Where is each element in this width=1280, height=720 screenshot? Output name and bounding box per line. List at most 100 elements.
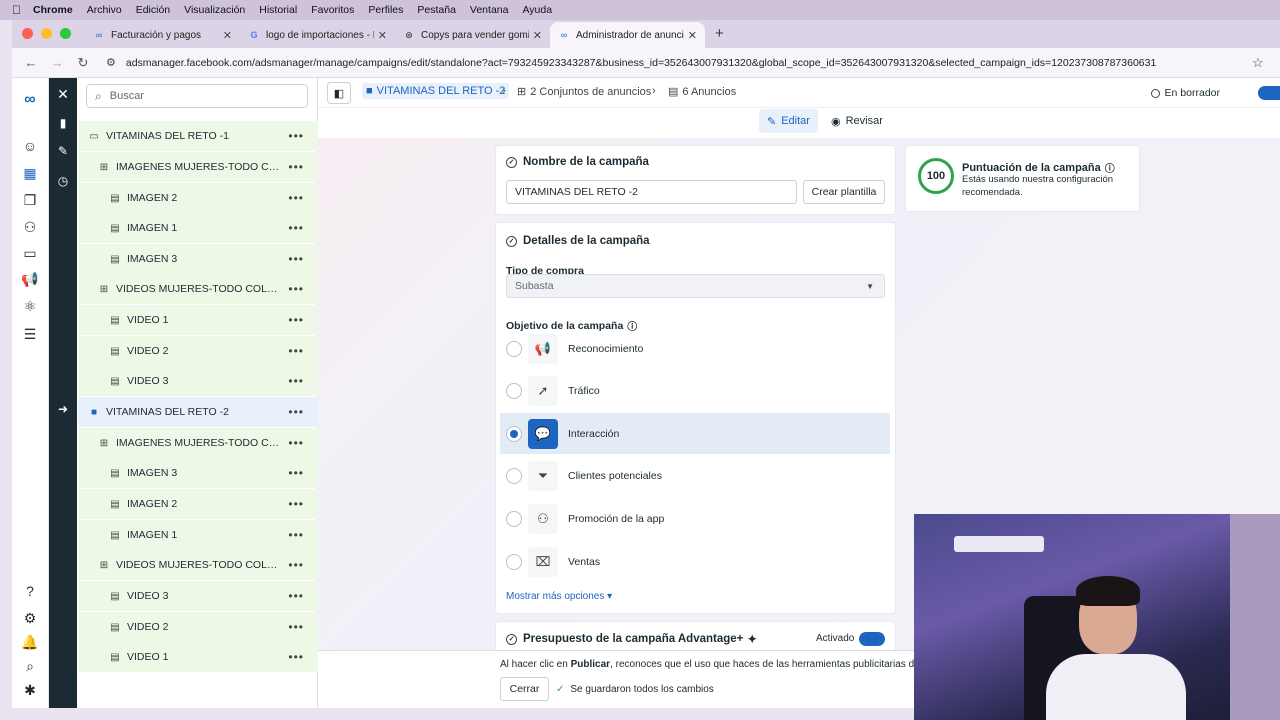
zoom-window-button[interactable] <box>60 28 71 39</box>
account-face-icon[interactable]: ☺ <box>20 136 40 156</box>
more-options-icon[interactable]: ••• <box>288 466 304 480</box>
reload-icon[interactable]: ↻ <box>72 55 94 71</box>
audiences-icon[interactable]: ⚇ <box>20 217 40 237</box>
edit-pencil-icon[interactable]: ✎ <box>53 141 73 161</box>
billing-card-icon[interactable]: ▭ <box>20 243 40 263</box>
pages-icon[interactable]: ❐ <box>20 190 40 210</box>
megaphone-icon[interactable]: 📢 <box>20 269 40 289</box>
tree-row-ad[interactable]: ▤ VIDEO 1 ••• <box>78 305 318 335</box>
more-options-icon[interactable]: ••• <box>288 374 304 388</box>
close-button[interactable]: Cerrar <box>500 677 549 701</box>
business-tools-icon[interactable]: ⚛ <box>20 296 40 316</box>
more-options-icon[interactable]: ••• <box>288 221 304 235</box>
notifications-bell-icon[interactable]: 🔔 <box>20 632 40 652</box>
budget-toggle[interactable] <box>859 632 885 646</box>
radio-button[interactable] <box>506 340 522 357</box>
more-options-icon[interactable]: ••• <box>288 313 304 327</box>
menu-ayuda[interactable]: Ayuda <box>522 4 552 16</box>
tree-row-campaign[interactable]: ▭ VITAMINAS DEL RETO -1 ••• <box>78 121 318 151</box>
toggle-panel-icon[interactable]: ◧ <box>327 82 351 104</box>
forward-arrow-icon[interactable]: → <box>46 55 68 70</box>
tree-row-adset[interactable]: ⊞ VIDEOS MUJERES-TODO COLOMB... ••• <box>78 274 318 304</box>
review-mode-button[interactable]: ◉ Revisar <box>823 109 891 133</box>
more-options-icon[interactable]: ••• <box>288 252 304 266</box>
more-options-icon[interactable]: ••• <box>288 650 304 664</box>
history-clock-icon[interactable]: ◷ <box>53 171 73 191</box>
tree-search-input[interactable]: ⌕ Buscar <box>86 84 308 108</box>
bookmark-star-icon[interactable]: ☆ <box>1252 55 1280 71</box>
breadcrumb-campaign[interactable]: ■ VITAMINAS DEL RETO -2 <box>362 83 510 99</box>
tab-facturacion[interactable]: ∞ Facturación y pagos ✕ <box>85 22 240 48</box>
menu-chrome[interactable]: Chrome <box>33 4 73 16</box>
tree-row-ad[interactable]: ▤ IMAGEN 3 ••• <box>78 458 318 488</box>
radio-button[interactable] <box>506 510 522 527</box>
search-icon[interactable]: ⌕ <box>20 656 40 676</box>
purchase-type-select[interactable]: Subasta ▼ <box>506 274 885 298</box>
url-field[interactable]: ⚙ adsmanager.facebook.com/adsmanager/man… <box>106 56 1252 70</box>
new-tab-icon[interactable]: + <box>705 25 734 48</box>
more-options-icon[interactable]: ••• <box>288 160 304 174</box>
close-icon[interactable]: ✕ <box>378 29 387 42</box>
settings-gear-icon[interactable]: ⚙ <box>20 608 40 628</box>
minimize-window-button[interactable] <box>41 28 52 39</box>
menu-historial[interactable]: Historial <box>259 4 297 16</box>
objective-option-leads[interactable]: ⏷ Clientes potenciales <box>500 455 890 496</box>
all-tools-menu-icon[interactable]: ☰ <box>20 324 40 344</box>
edit-mode-button[interactable]: ✎ Editar <box>759 109 818 133</box>
campaign-name-input[interactable]: VITAMINAS DEL RETO -2 <box>506 180 797 204</box>
more-options-icon[interactable]: ••• <box>288 558 304 572</box>
more-options-icon[interactable]: ••• <box>288 436 304 450</box>
menu-perfiles[interactable]: Perfiles <box>368 4 403 16</box>
more-options-icon[interactable]: ••• <box>288 528 304 542</box>
tree-row-ad[interactable]: ▤ VIDEO 3 ••• <box>78 581 318 611</box>
more-options-icon[interactable]: ••• <box>288 620 304 634</box>
radio-button[interactable] <box>506 382 522 399</box>
tree-row-ad[interactable]: ▤ IMAGEN 2 ••• <box>78 183 318 213</box>
radio-button-selected[interactable] <box>506 425 522 442</box>
radio-button[interactable] <box>506 553 522 570</box>
help-icon[interactable]: ? <box>20 581 40 601</box>
close-editor-icon[interactable]: ✕ <box>53 84 73 104</box>
tab-logo-importaciones[interactable]: G logo de importaciones - Busc ✕ <box>240 22 395 48</box>
menu-edicion[interactable]: Edición <box>136 4 170 16</box>
close-icon[interactable]: ✕ <box>688 29 697 42</box>
menu-archivo[interactable]: Archivo <box>87 4 122 16</box>
breadcrumb-ads[interactable]: ▤ 6 Anuncios <box>668 85 736 99</box>
chart-icon[interactable]: ▮ <box>53 113 73 133</box>
tree-row-adset[interactable]: ⊞ IMAGENES MUJERES-TODO COLO... ••• <box>78 428 318 458</box>
close-icon[interactable]: ✕ <box>223 29 232 42</box>
expand-chevron-icon[interactable]: ➜ <box>53 399 73 419</box>
campaign-on-off-toggle[interactable] <box>1258 86 1280 100</box>
more-options-icon[interactable]: ••• <box>288 344 304 358</box>
more-options-icon[interactable]: ••• <box>288 405 304 419</box>
tree-row-ad[interactable]: ▤ VIDEO 2 ••• <box>78 336 318 366</box>
back-arrow-icon[interactable]: ← <box>20 55 42 70</box>
meta-logo-icon[interactable]: ∞ <box>20 90 40 110</box>
more-options-icon[interactable]: ••• <box>288 497 304 511</box>
more-options-icon[interactable]: ••• <box>288 589 304 603</box>
info-icon[interactable]: ⓘ <box>1105 160 1115 175</box>
tree-row-ad[interactable]: ▤ VIDEO 3 ••• <box>78 366 318 396</box>
more-options-icon[interactable]: ••• <box>288 191 304 205</box>
tree-row-ad[interactable]: ▤ VIDEO 2 ••• <box>78 612 318 642</box>
objective-option-awareness[interactable]: 📢 Reconocimiento <box>500 328 890 369</box>
objective-option-traffic[interactable]: ➚ Tráfico <box>500 370 890 411</box>
tree-row-adset[interactable]: ⊞ VIDEOS MUJERES-TODO COLOMB... ••• <box>78 550 318 580</box>
apple-icon[interactable]:  <box>12 3 21 17</box>
tree-row-ad[interactable]: ▤ VIDEO 1 ••• <box>78 642 318 672</box>
more-options-icon[interactable]: ••• <box>288 282 304 296</box>
show-more-options-link[interactable]: Mostrar más opciones ▾ <box>506 591 612 602</box>
breadcrumb-adsets[interactable]: ⊞ 2 Conjuntos de anuncios <box>517 85 651 99</box>
tab-administrador-anuncios[interactable]: ∞ Administrador de anuncios - ✕ <box>550 22 705 48</box>
tree-row-ad[interactable]: ▤ IMAGEN 2 ••• <box>78 489 318 519</box>
menu-favoritos[interactable]: Favoritos <box>311 4 354 16</box>
tree-row-campaign-selected[interactable]: ■ VITAMINAS DEL RETO -2 ••• <box>78 397 318 427</box>
tab-copys[interactable]: ⊛ Copys para vender gomitas ✕ <box>395 22 550 48</box>
campaigns-table-icon[interactable]: ▦ <box>20 163 40 183</box>
close-icon[interactable]: ✕ <box>533 29 542 42</box>
tree-row-ad[interactable]: ▤ IMAGEN 1 ••• <box>78 520 318 550</box>
menu-ventana[interactable]: Ventana <box>470 4 509 16</box>
menu-pestana[interactable]: Pestaña <box>417 4 456 16</box>
site-settings-icon[interactable]: ⚙ <box>106 56 116 69</box>
radio-button[interactable] <box>506 467 522 484</box>
